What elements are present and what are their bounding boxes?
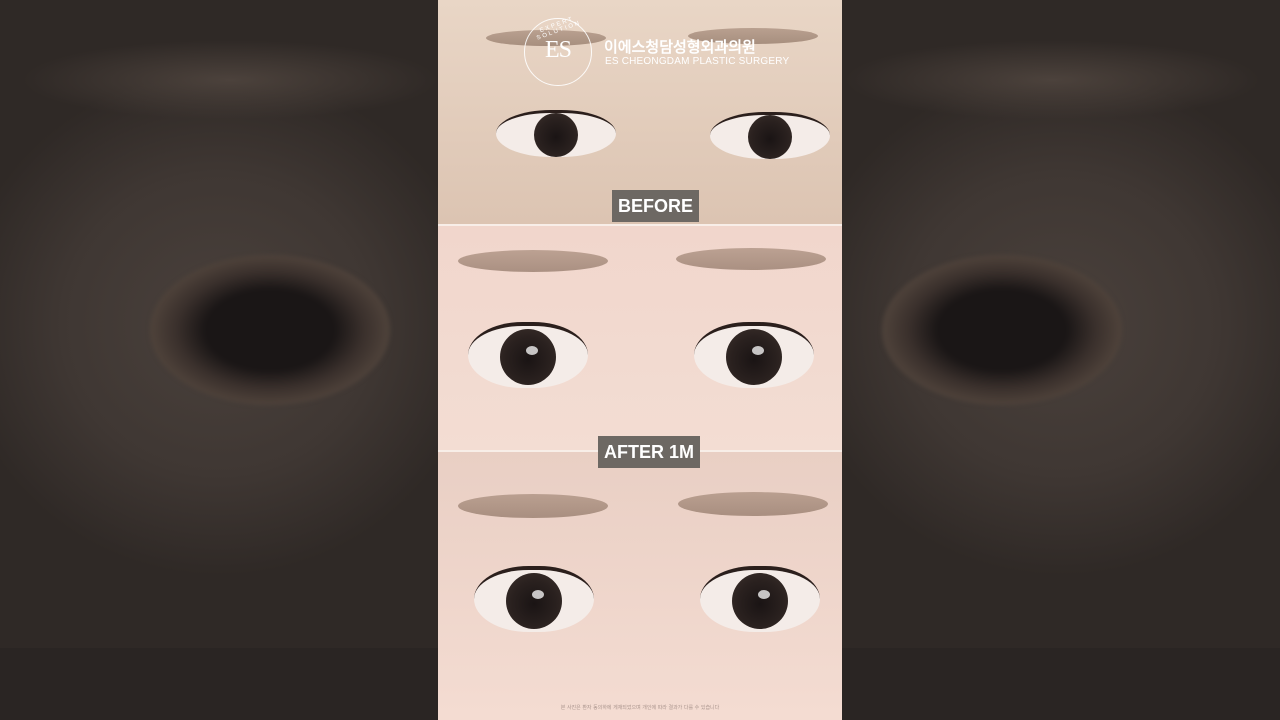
- right-brow: [678, 492, 828, 516]
- clinic-name-english: ES CHEONGDAM PLASTIC SURGERY: [605, 56, 790, 67]
- background-brow: [20, 40, 438, 120]
- clinic-name-korean: 이에스청담성형외과의원: [604, 38, 756, 56]
- after-1m-photo: [438, 452, 842, 720]
- before-label: BEFORE: [612, 190, 700, 222]
- right-iris: [748, 115, 792, 159]
- after-1m-label: AFTER 1M: [598, 436, 700, 468]
- left-eye: [474, 566, 594, 632]
- left-brow: [458, 250, 608, 272]
- disclaimer-text: 본 사진은 환자 동의하에 게재되었으며 개인에 따라 결과가 다를 수 있습니…: [560, 705, 720, 711]
- before-photo: BEFORE: [438, 0, 842, 224]
- background-bottom: [0, 648, 438, 720]
- background-eye: [882, 255, 1122, 405]
- after-photo: [438, 226, 842, 450]
- left-eye: [496, 110, 616, 157]
- right-eye: [694, 322, 814, 388]
- video-frame: BEFORE AFTER 1M: [438, 0, 842, 720]
- eye-glint: [531, 589, 544, 599]
- eye-glint: [751, 345, 764, 355]
- right-iris: [732, 573, 788, 629]
- left-brow: [458, 494, 608, 518]
- background-bottom: [842, 648, 1280, 720]
- right-eye: [710, 112, 830, 159]
- right-brow: [676, 248, 826, 270]
- left-iris: [500, 329, 556, 385]
- clinic-logo: EXPERT SOLUTION ES: [524, 16, 592, 86]
- eye-glint: [757, 589, 770, 599]
- left-eye: [468, 322, 588, 388]
- background-left-blur: [0, 0, 438, 720]
- right-eye: [700, 566, 820, 632]
- logo-mark: ES: [544, 37, 572, 63]
- background-brow: [842, 40, 1262, 120]
- right-iris: [726, 329, 782, 385]
- background-right-blur: [842, 0, 1280, 720]
- left-iris: [506, 573, 562, 629]
- left-iris: [534, 113, 578, 157]
- eye-glint: [525, 345, 538, 355]
- background-eye: [150, 255, 390, 405]
